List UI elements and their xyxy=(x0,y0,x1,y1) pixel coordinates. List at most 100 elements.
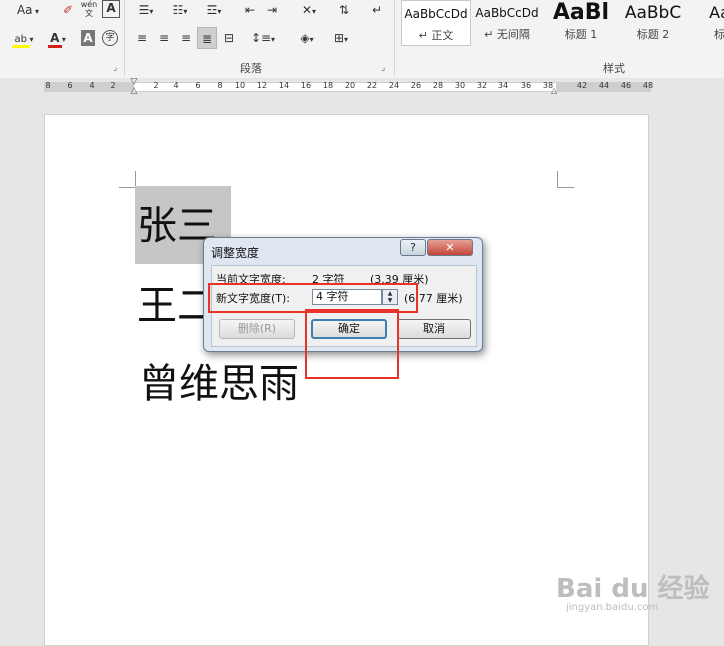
style-preview: AaBl xyxy=(552,0,610,25)
ruler-tick-label: 12 xyxy=(256,81,268,90)
doc-line-3[interactable]: 曾维思雨 xyxy=(139,360,299,408)
numbering-icon: ☷ xyxy=(172,3,184,17)
font-size-label: Aa xyxy=(16,3,33,17)
help-button[interactable]: ? xyxy=(400,239,426,256)
font-size-toggle-button[interactable]: Aa ▾ xyxy=(14,0,42,20)
style-name: ↵ 无间隔 xyxy=(484,28,530,41)
style-tile[interactable]: AaBbCcDd ↵ 无间隔 xyxy=(472,0,542,46)
delete-button[interactable]: 删除(R) xyxy=(219,319,295,339)
ruler-tick-label: 10 xyxy=(234,81,246,90)
ruler-tick-label: 36 xyxy=(520,81,532,90)
style-tile[interactable]: AaBl 标题 1 xyxy=(546,0,616,46)
multilevel-list-icon: ☲ xyxy=(206,3,218,17)
ruler-tick-label: 46 xyxy=(620,81,632,90)
chinese-layout-button[interactable]: ✕▾ xyxy=(294,0,324,20)
font-color-label: A xyxy=(50,31,60,45)
justify-distribute-icon[interactable]: ⊟ xyxy=(219,28,239,48)
phonetic-guide-icon: wén 文 xyxy=(80,0,98,18)
paragraph-group-label: 段落 xyxy=(240,62,262,75)
ruler-tick-label: 26 xyxy=(410,81,422,90)
ruler-tick-label: 6 xyxy=(67,81,73,90)
ruler-tick-label: 24 xyxy=(388,81,400,90)
ruler-tick-label: 32 xyxy=(476,81,488,90)
group-separator xyxy=(394,0,395,76)
baidu-watermark-logo: Bai du 经验 xyxy=(556,574,710,604)
close-button[interactable]: ✕ xyxy=(427,239,473,256)
ruler-tick-label: 16 xyxy=(300,81,312,90)
bullets-icon: ☰ xyxy=(138,3,150,17)
ruler-tick-label: 42 xyxy=(576,81,588,90)
paint-bucket-icon: ◈ xyxy=(300,31,310,45)
close-icon: ✕ xyxy=(445,241,455,254)
style-preview: AaBbC xyxy=(624,3,682,23)
clear-format-icon[interactable]: ✐ xyxy=(58,0,78,20)
ruler-tick-label: 4 xyxy=(173,81,179,90)
ribbon: Aa ▾ ✐ wén 文 A ab ▾ A ▾ A 字 ☰▾ ☷▾ ☲▾ ⇤ ⇥ … xyxy=(0,0,724,79)
ruler-tick-label: 14 xyxy=(278,81,290,90)
show-marks-icon[interactable]: ↵ xyxy=(368,0,386,20)
ruler-tick-label: 2 xyxy=(110,81,116,90)
right-indent-marker-icon[interactable]: △ xyxy=(551,86,557,95)
margin-corner-mark xyxy=(119,171,136,188)
line-spacing-icon: ↕≡ xyxy=(250,31,272,45)
increase-indent-icon[interactable]: ⇥ xyxy=(262,0,282,20)
ruler-tick-label: 6 xyxy=(195,81,201,90)
paragraph-dialog-launcher-icon[interactable]: ⌟ xyxy=(381,63,385,73)
distributed-align-icon[interactable]: ≣ xyxy=(197,27,217,49)
style-tile[interactable]: AaBbC 标题 2 xyxy=(618,0,688,46)
font-color-button[interactable]: A ▾ xyxy=(44,28,72,48)
ruler-tick-label: 2 xyxy=(153,81,159,90)
ruler-tick-label: 48 xyxy=(642,81,654,90)
line-spacing-button[interactable]: ↕≡▾ xyxy=(248,28,278,48)
ruler-tick-label: 18 xyxy=(322,81,334,90)
shading-button[interactable]: ◈▾ xyxy=(292,28,322,48)
numbering-button[interactable]: ☷▾ xyxy=(166,0,194,20)
style-preview: AaBbCcDd xyxy=(475,6,539,20)
align-right-icon[interactable]: ≡ xyxy=(176,28,196,48)
style-preview: AaB xyxy=(709,3,724,22)
sort-icon[interactable]: ⇅ xyxy=(334,0,354,20)
highlight-color-swatch xyxy=(12,45,30,48)
align-left-icon[interactable]: ≡ xyxy=(132,28,152,48)
style-tile[interactable]: AaB 标题 xyxy=(690,0,724,46)
ruler-tick-label: 8 xyxy=(217,81,223,90)
horizontal-ruler[interactable]: 8 6 4 2 2 4 6 8 10 12 14 16 18 20 22 24 26 28 30 32 34 36 38 42… xyxy=(0,78,724,96)
style-name: 标题 xyxy=(714,28,724,41)
style-name: 标题 1 xyxy=(564,28,598,41)
borders-icon: ⊞ xyxy=(333,31,345,45)
align-center-icon[interactable]: ≡ xyxy=(154,28,174,48)
borders-button[interactable]: ⊞▾ xyxy=(326,28,356,48)
dialog-title: 调整宽度 xyxy=(211,246,260,260)
style-name: 标题 2 xyxy=(636,28,670,41)
ruler-tick-label: 4 xyxy=(89,81,95,90)
group-separator xyxy=(124,0,125,76)
bullets-button[interactable]: ☰▾ xyxy=(132,0,160,20)
ruler-tick-label: 30 xyxy=(454,81,466,90)
ruler-tick-label: 34 xyxy=(497,81,509,90)
ruler-tick-label: 20 xyxy=(344,81,356,90)
cancel-button[interactable]: 取消 xyxy=(397,319,471,339)
highlight-button[interactable]: ab ▾ xyxy=(10,28,38,48)
ruler-tick-label: 28 xyxy=(432,81,444,90)
font-color-swatch xyxy=(48,45,62,48)
enclose-char-button[interactable]: 字 xyxy=(102,30,118,46)
ruler-tick-label: 8 xyxy=(45,81,51,90)
help-icon: ? xyxy=(410,241,416,254)
highlighter-icon: ab xyxy=(14,34,27,45)
annotation-box-ok xyxy=(305,309,399,379)
multilevel-list-button[interactable]: ☲▾ xyxy=(200,0,228,20)
decrease-indent-icon[interactable]: ⇤ xyxy=(240,0,260,20)
ruler-tick-label: 44 xyxy=(598,81,610,90)
style-preview: AaBbCcDd xyxy=(404,7,468,21)
char-shading-button[interactable]: A xyxy=(81,30,95,46)
baidu-watermark-url: jingyan.baidu.com xyxy=(566,602,659,613)
indent-marker-icon[interactable]: ▽ △ xyxy=(129,78,139,96)
styles-group-label: 样式 xyxy=(603,62,625,75)
margin-corner-mark xyxy=(557,171,574,188)
font-dialog-launcher-icon[interactable]: ⌟ xyxy=(113,63,117,73)
chinese-layout-icon: ✕ xyxy=(301,3,313,17)
style-name: ↵ 正文 xyxy=(418,29,454,42)
style-tile[interactable]: AaBbCcDd ↵ 正文 xyxy=(401,0,471,46)
phonetic-guide-button[interactable]: wén 文 xyxy=(80,0,98,20)
char-border-button[interactable]: A xyxy=(102,0,120,18)
